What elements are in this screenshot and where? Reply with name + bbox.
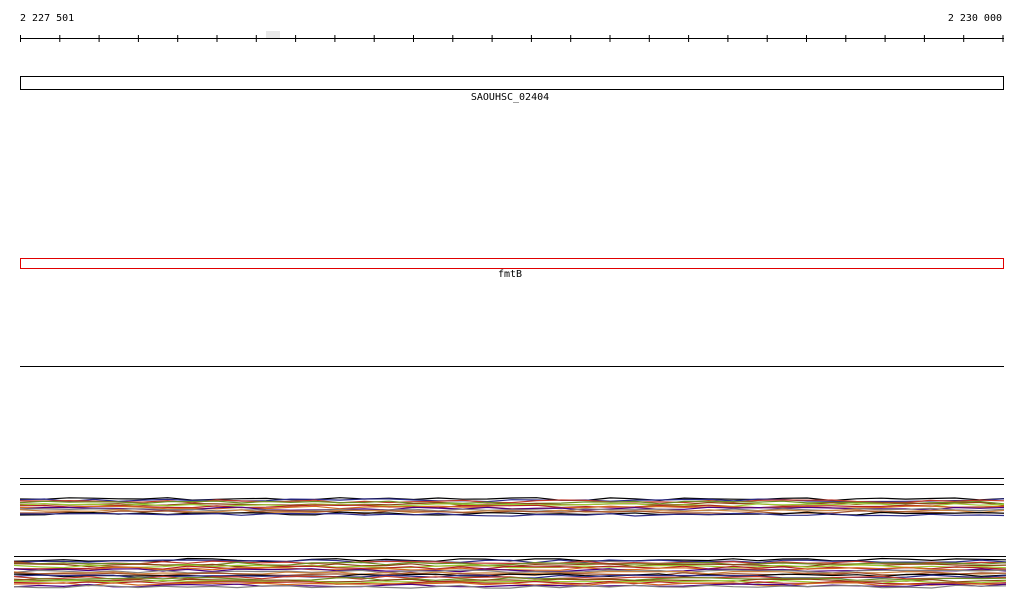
- coverage-track-a[interactable]: [19, 497, 1005, 517]
- gene-feature-saouhsc-02404[interactable]: [20, 76, 1004, 90]
- ruler-marker: [266, 31, 280, 38]
- genome-browser-view[interactable]: 2 227 501 2 230 000 SAOUHSC_02404 fmtB: [0, 0, 1024, 611]
- gene-label-fmtb[interactable]: fmtB: [498, 269, 522, 281]
- gene-label-saouhsc-02404[interactable]: SAOUHSC_02404: [471, 92, 549, 104]
- gene-feature-fmtb[interactable]: [20, 258, 1004, 269]
- coverage-track-b[interactable]: [13, 557, 1007, 589]
- coordinate-ruler: [20, 31, 1004, 42]
